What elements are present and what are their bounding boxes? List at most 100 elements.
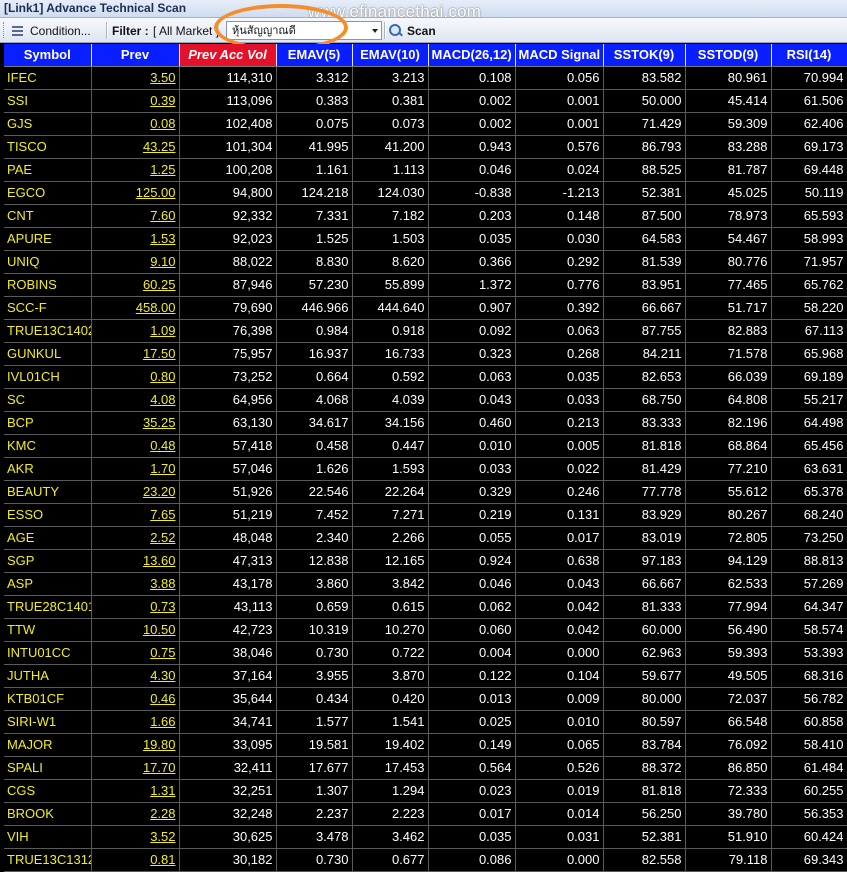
prev-price-link[interactable]: 7.65: [150, 507, 175, 522]
prev-price-link[interactable]: 125.00: [136, 185, 176, 200]
table-row[interactable]: EGCO 125.00 94,800 124.218 124.030 -0.838 -1.2…: [4, 181, 847, 205]
cell-symbol[interactable]: SGP: [4, 549, 92, 573]
prev-price-link[interactable]: 4.30: [150, 668, 175, 683]
table-row[interactable]: GUNKUL 17.50 75,957 16.937 16.733 0.323 0.268 8…: [4, 342, 847, 366]
chevron-down-icon[interactable]: [372, 29, 378, 33]
prev-price-link[interactable]: 3.50: [150, 70, 175, 85]
table-row[interactable]: CNT 7.60 92,332 7.331 7.182 0.203 0.148 87.500 7…: [4, 204, 847, 228]
cell-symbol[interactable]: SIRI-W1: [4, 710, 92, 734]
table-row[interactable]: KMC 0.48 57,418 0.458 0.447 0.010 0.005 81.818 6…: [4, 434, 847, 458]
table-row[interactable]: JUTHA 4.30 37,164 3.955 3.870 0.122 0.104 59.67…: [4, 664, 847, 688]
cell-symbol[interactable]: KMC: [4, 434, 92, 458]
prev-price-link[interactable]: 17.50: [143, 346, 176, 361]
prev-price-link[interactable]: 1.70: [150, 461, 175, 476]
table-row[interactable]: ROBINS 60.25 87,946 57.230 55.899 1.372 0.776 8…: [4, 273, 847, 297]
cell-symbol[interactable]: KTB01CF: [4, 687, 92, 711]
prev-price-link[interactable]: 60.25: [143, 277, 176, 292]
prev-price-link[interactable]: 2.28: [150, 806, 175, 821]
col-symbol[interactable]: Symbol: [4, 44, 92, 67]
cell-symbol[interactable]: AGE: [4, 526, 92, 550]
prev-price-link[interactable]: 0.81: [150, 852, 175, 867]
prev-price-link[interactable]: 0.48: [150, 438, 175, 453]
prev-price-link[interactable]: 13.60: [143, 553, 176, 568]
cell-symbol[interactable]: CNT: [4, 204, 92, 228]
table-row[interactable]: BROOK 2.28 32,248 2.237 2.223 0.017 0.014 56.25…: [4, 802, 847, 826]
prev-price-link[interactable]: 0.46: [150, 691, 175, 706]
cell-symbol[interactable]: TTW: [4, 618, 92, 642]
prev-price-link[interactable]: 1.53: [150, 231, 175, 246]
cell-symbol[interactable]: BCP: [4, 411, 92, 435]
cell-symbol[interactable]: AKR: [4, 457, 92, 481]
cell-symbol[interactable]: MAJOR: [4, 733, 92, 757]
table-row[interactable]: TRUE13C1402 1.09 76,398 0.984 0.918 0.092 0.06…: [4, 319, 847, 343]
cell-symbol[interactable]: TRUE13C1312: [4, 848, 92, 872]
prev-price-link[interactable]: 17.70: [143, 760, 176, 775]
table-row[interactable]: SGP 13.60 47,313 12.838 12.165 0.924 0.638 97.1…: [4, 549, 847, 573]
table-row[interactable]: AGE 2.52 48,048 2.340 2.266 0.055 0.017 83.019 7…: [4, 526, 847, 550]
table-row[interactable]: KTB01CF 0.46 35,644 0.434 0.420 0.013 0.009 80.…: [4, 687, 847, 711]
prev-price-link[interactable]: 0.39: [150, 93, 175, 108]
prev-price-link[interactable]: 9.10: [150, 254, 175, 269]
cell-symbol[interactable]: ESSO: [4, 503, 92, 527]
col-sstod[interactable]: SSTOD(9): [685, 44, 772, 67]
cell-symbol[interactable]: GJS: [4, 112, 92, 136]
cell-symbol[interactable]: TRUE13C1402: [4, 319, 92, 343]
table-row[interactable]: TRUE13C1312 0.81 30,182 0.730 0.677 0.086 0.00…: [4, 848, 847, 872]
cell-symbol[interactable]: GUNKUL: [4, 342, 92, 366]
cell-symbol[interactable]: CGS: [4, 779, 92, 803]
table-row[interactable]: IVL01CH 0.80 73,252 0.664 0.592 0.063 0.035 82.…: [4, 365, 847, 389]
cell-symbol[interactable]: SC: [4, 388, 92, 412]
prev-price-link[interactable]: 19.80: [143, 737, 176, 752]
col-emav5[interactable]: EMAV(5): [276, 44, 353, 67]
cell-symbol[interactable]: SSI: [4, 89, 92, 113]
filter-market-dropdown[interactable]: [ All Market ]: [153, 21, 221, 40]
table-row[interactable]: SSI 0.39 113,096 0.383 0.381 0.002 0.001 50.000…: [4, 89, 847, 113]
table-row[interactable]: IFEC 3.50 114,310 3.312 3.213 0.108 0.056 83.58…: [4, 66, 847, 90]
table-row[interactable]: GJS 0.08 102,408 0.075 0.073 0.002 0.001 71.429…: [4, 112, 847, 136]
cell-symbol[interactable]: APURE: [4, 227, 92, 251]
cell-symbol[interactable]: JUTHA: [4, 664, 92, 688]
cell-symbol[interactable]: BROOK: [4, 802, 92, 826]
prev-price-link[interactable]: 1.25: [150, 162, 175, 177]
table-row[interactable]: TTW 10.50 42,723 10.319 10.270 0.060 0.042 60.0…: [4, 618, 847, 642]
table-row[interactable]: BCP 35.25 63,130 34.617 34.156 0.460 0.213 83.3…: [4, 411, 847, 435]
table-row[interactable]: APURE 1.53 92,023 1.525 1.503 0.035 0.030 64.58…: [4, 227, 847, 251]
toolbar-grip[interactable]: [3, 22, 7, 38]
prev-price-link[interactable]: 458.00: [136, 300, 176, 315]
table-row[interactable]: MAJOR 19.80 33,095 19.581 19.402 0.149 0.065 83…: [4, 733, 847, 757]
table-row[interactable]: SCC-F 458.00 79,690 446.966 444.640 0.907 0.39…: [4, 296, 847, 320]
table-row[interactable]: CGS 1.31 32,251 1.307 1.294 0.023 0.019 81.818 7…: [4, 779, 847, 803]
prev-price-link[interactable]: 0.80: [150, 369, 175, 384]
prev-price-link[interactable]: 0.73: [150, 599, 175, 614]
prev-price-link[interactable]: 35.25: [143, 415, 176, 430]
prev-price-link[interactable]: 43.25: [143, 139, 176, 154]
table-row[interactable]: ESSO 7.65 51,219 7.452 7.271 0.219 0.131 83.929…: [4, 503, 847, 527]
table-row[interactable]: INTU01CC 0.75 38,046 0.730 0.722 0.004 0.000 62…: [4, 641, 847, 665]
cell-symbol[interactable]: TRUE28C1401: [4, 595, 92, 619]
cell-symbol[interactable]: SPALI: [4, 756, 92, 780]
col-macd-signal[interactable]: MACD Signal: [515, 44, 604, 67]
prev-price-link[interactable]: 4.08: [150, 392, 175, 407]
prev-price-link[interactable]: 0.75: [150, 645, 175, 660]
cell-symbol[interactable]: IFEC: [4, 66, 92, 90]
prev-price-link[interactable]: 1.09: [150, 323, 175, 338]
cell-symbol[interactable]: UNIQ: [4, 250, 92, 274]
signal-combo[interactable]: หุ้นสัญญาณดี: [226, 21, 382, 40]
prev-price-link[interactable]: 7.60: [150, 208, 175, 223]
prev-price-link[interactable]: 1.66: [150, 714, 175, 729]
cell-symbol[interactable]: PAE: [4, 158, 92, 182]
table-row[interactable]: TISCO 43.25 101,304 41.995 41.200 0.943 0.576 8…: [4, 135, 847, 159]
prev-price-link[interactable]: 3.52: [150, 829, 175, 844]
cell-symbol[interactable]: ROBINS: [4, 273, 92, 297]
table-row[interactable]: AKR 1.70 57,046 1.626 1.593 0.033 0.022 81.429 7…: [4, 457, 847, 481]
cell-symbol[interactable]: TISCO: [4, 135, 92, 159]
col-prev-acc-vol[interactable]: Prev Acc Vol: [179, 44, 277, 67]
col-sstok[interactable]: SSTOK(9): [603, 44, 686, 67]
prev-price-link[interactable]: 23.20: [143, 484, 176, 499]
table-row[interactable]: SC 4.08 64,956 4.068 4.039 0.043 0.033 68.750 64…: [4, 388, 847, 412]
col-emav10[interactable]: EMAV(10): [352, 44, 429, 67]
prev-price-link[interactable]: 3.88: [150, 576, 175, 591]
cell-symbol[interactable]: VIH: [4, 825, 92, 849]
prev-price-link[interactable]: 10.50: [143, 622, 176, 637]
table-row[interactable]: VIH 3.52 30,625 3.478 3.462 0.035 0.031 52.381 5…: [4, 825, 847, 849]
